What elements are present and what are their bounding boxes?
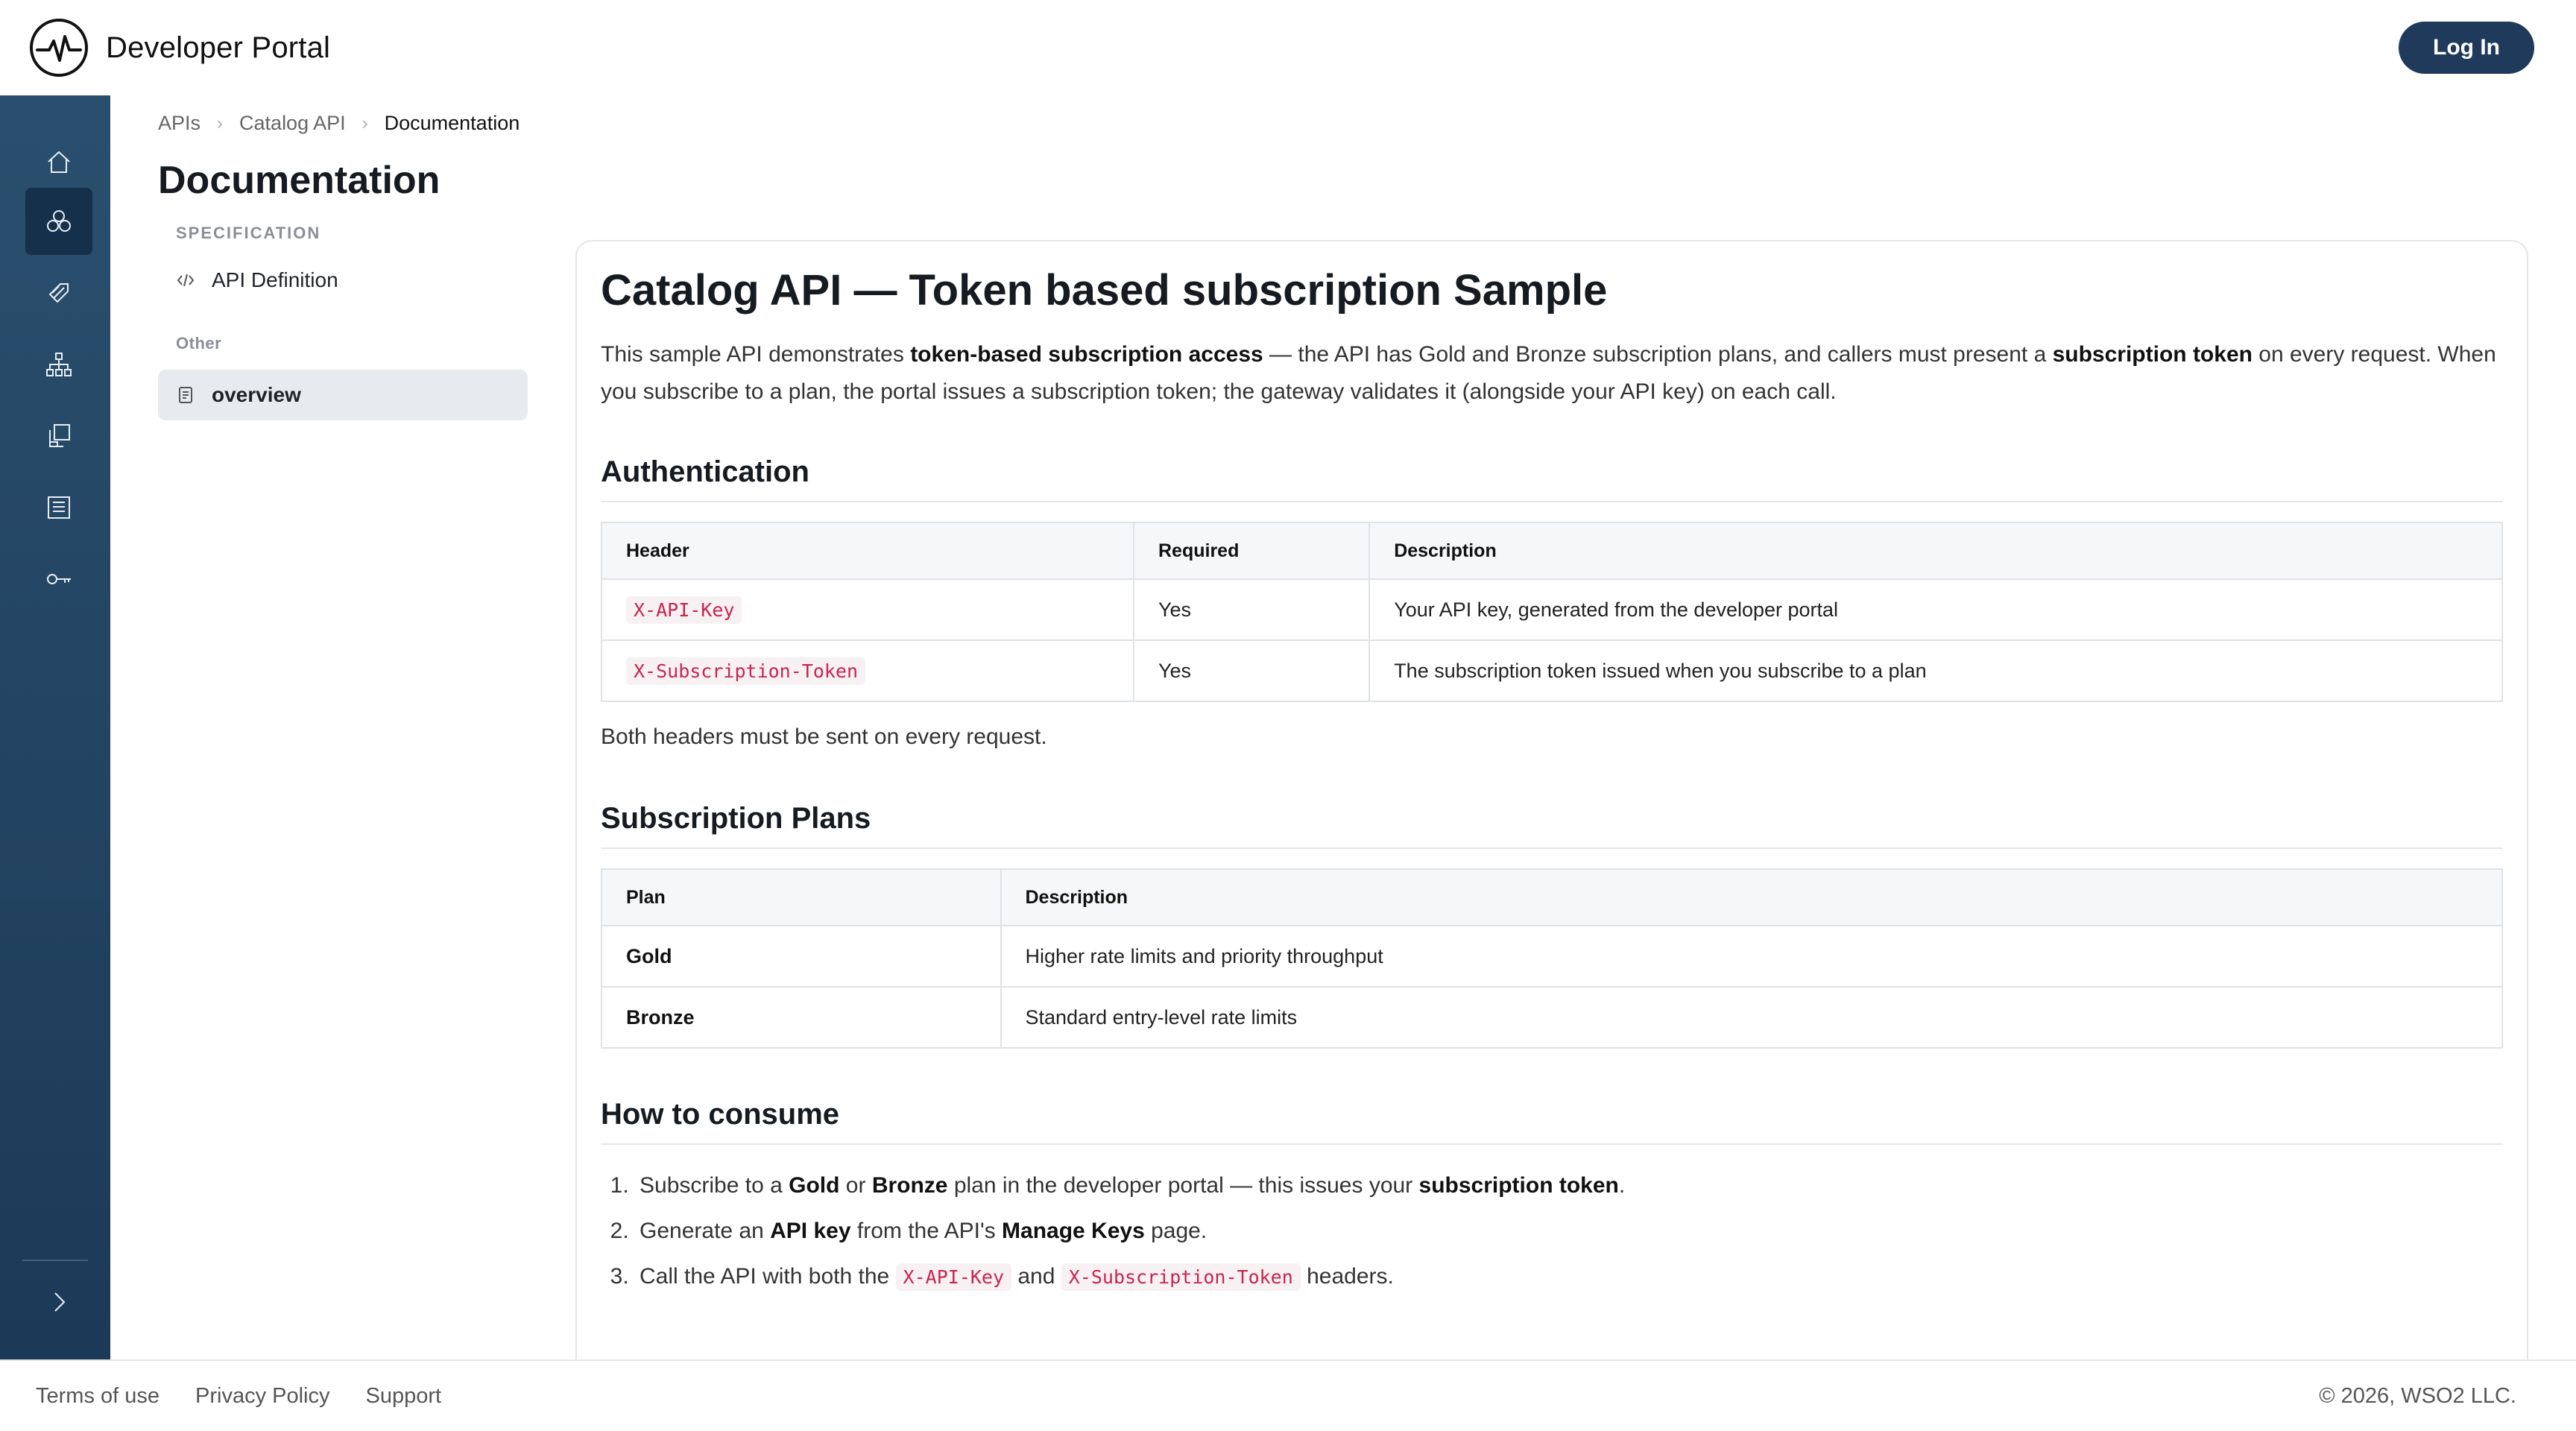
plan-name: Bronze — [626, 1005, 695, 1029]
left-rail — [0, 95, 110, 1359]
footer: Terms of use Privacy Policy Support © 20… — [0, 1359, 2576, 1431]
table-cell: Bronze — [601, 986, 1002, 1049]
list-item: Call the API with both the X-API-Key and… — [635, 1254, 2503, 1300]
table-row: X-API-Key Yes Your API key, generated fr… — [601, 578, 2503, 641]
breadcrumb-apis[interactable]: APIs — [158, 112, 201, 135]
column-header: Required — [1132, 522, 1371, 580]
step-bold: Gold — [789, 1173, 840, 1198]
subscription-plans-heading: Subscription Plans — [601, 802, 2503, 849]
intro-text: This sample API demonstrates — [601, 342, 911, 367]
table-cell: X-API-Key — [601, 578, 1134, 641]
intro-text: — the API has Gold and Bronze subscripti… — [1263, 342, 2053, 367]
key-icon[interactable] — [25, 546, 92, 613]
pulse-logo-icon — [30, 19, 88, 77]
step-text: plan in the developer portal — this issu… — [947, 1173, 1419, 1198]
apis-icon[interactable] — [25, 188, 92, 255]
document-icon — [179, 387, 192, 403]
catalog-icon[interactable] — [25, 474, 92, 541]
step-text: from the API's — [850, 1219, 1003, 1243]
table-cell: Standard entry-level rate limits — [1000, 986, 2503, 1049]
documentation-card: Catalog API — Token based subscription S… — [575, 240, 2528, 1380]
nav-section-specification: SPECIFICATION — [176, 224, 321, 242]
step-text: page. — [1144, 1219, 1208, 1243]
plan-name: Gold — [626, 944, 672, 967]
header-code: X-API-Key — [626, 596, 742, 624]
privacy-link[interactable]: Privacy Policy — [195, 1384, 330, 1409]
table-row: Gold Higher rate limits and priority thr… — [601, 925, 2503, 988]
nav-section-other: Other — [176, 334, 222, 353]
table-cell: Your API key, generated from the develop… — [1368, 578, 2503, 641]
breadcrumb: APIs › Catalog API › Documentation — [158, 112, 520, 135]
header-code: X-API-Key — [895, 1263, 1012, 1291]
nav-item-label: API Definition — [212, 268, 338, 291]
list-item: Subscribe to a Gold or Bronze plan in th… — [635, 1163, 2503, 1208]
support-link[interactable]: Support — [366, 1384, 442, 1409]
step-text: and — [1011, 1264, 1061, 1289]
header-code: X-Subscription-Token — [1061, 1263, 1301, 1291]
table-row: Bronze Standard entry-level rate limits — [601, 986, 2503, 1049]
table-cell: Higher rate limits and priority throughp… — [1000, 925, 2503, 988]
step-bold: API key — [770, 1219, 851, 1243]
login-button[interactable]: Log In — [2399, 22, 2534, 74]
step-text: . — [1618, 1173, 1626, 1198]
rail-divider — [22, 1260, 88, 1261]
auth-table: Header Required Description X-API-Key Ye… — [601, 522, 2503, 702]
brand[interactable]: Developer Portal — [28, 17, 330, 78]
step-text: Subscribe to a — [640, 1173, 789, 1198]
header-code: X-Subscription-Token — [626, 657, 866, 685]
table-header-row: Plan Description — [601, 868, 2503, 926]
table-cell: Gold — [601, 925, 1002, 988]
step-text: headers. — [1300, 1264, 1394, 1289]
nav-item-api-definition[interactable]: API Definition — [158, 255, 528, 306]
chevron-right-icon[interactable] — [25, 1269, 92, 1336]
page-title: Documentation — [158, 159, 441, 202]
list-item: Generate an API key from the API's Manag… — [635, 1208, 2503, 1254]
step-bold: Manage Keys — [1002, 1219, 1145, 1243]
organization-icon[interactable] — [25, 331, 92, 398]
code-icon — [177, 274, 195, 287]
step-bold: Bronze — [871, 1173, 948, 1198]
step-bold: subscription token — [1418, 1173, 1619, 1198]
terms-link[interactable]: Terms of use — [36, 1384, 160, 1409]
step-text: Generate an — [640, 1219, 771, 1243]
table-cell: X-Subscription-Token — [601, 639, 1134, 702]
intro-bold: token-based subscription access — [910, 342, 1263, 367]
table-row: X-Subscription-Token Yes The subscriptio… — [601, 639, 2503, 702]
plans-table: Plan Description Gold Higher rate limits… — [601, 868, 2503, 1049]
intro-bold: subscription token — [2052, 342, 2253, 367]
chevron-right-icon: › — [217, 113, 224, 133]
copyright: © 2026, WSO2 LLC. — [2319, 1383, 2516, 1408]
top-bar: Developer Portal Log In — [0, 0, 2576, 95]
chevron-right-icon: › — [362, 113, 368, 133]
consume-steps: Subscribe to a Gold or Bronze plan in th… — [635, 1163, 2503, 1300]
applications-icon[interactable] — [25, 402, 92, 470]
authentication-heading: Authentication — [601, 455, 2503, 502]
column-header: Description — [1000, 868, 2503, 926]
column-header: Header — [601, 522, 1134, 580]
nav-item-overview[interactable]: overview — [158, 370, 528, 420]
column-header: Plan — [601, 868, 1002, 926]
breadcrumb-catalog-api[interactable]: Catalog API — [239, 112, 346, 135]
doc-nav: SPECIFICATION API Definition Other overv… — [158, 224, 528, 420]
table-header-row: Header Required Description — [601, 522, 2503, 580]
products-icon[interactable] — [25, 259, 92, 326]
step-text: Call the API with both the — [640, 1264, 896, 1289]
table-cell: The subscription token issued when you s… — [1368, 639, 2503, 702]
column-header: Description — [1368, 522, 2503, 580]
doc-title: Catalog API — Token based subscription S… — [601, 266, 1608, 315]
home-icon[interactable] — [25, 128, 92, 195]
table-cell: Yes — [1132, 578, 1371, 641]
nav-item-label: overview — [212, 383, 301, 406]
step-text: or — [839, 1173, 872, 1198]
auth-note: Both headers must be sent on every reque… — [601, 724, 1047, 749]
brand-name: Developer Portal — [106, 31, 331, 64]
table-cell: Yes — [1132, 639, 1371, 702]
how-to-consume-heading: How to consume — [601, 1098, 2503, 1145]
intro-paragraph: This sample API demonstrates token-based… — [601, 336, 2503, 411]
footer-links: Terms of use Privacy Policy Support — [36, 1384, 441, 1409]
breadcrumb-documentation: Documentation — [384, 112, 520, 134]
